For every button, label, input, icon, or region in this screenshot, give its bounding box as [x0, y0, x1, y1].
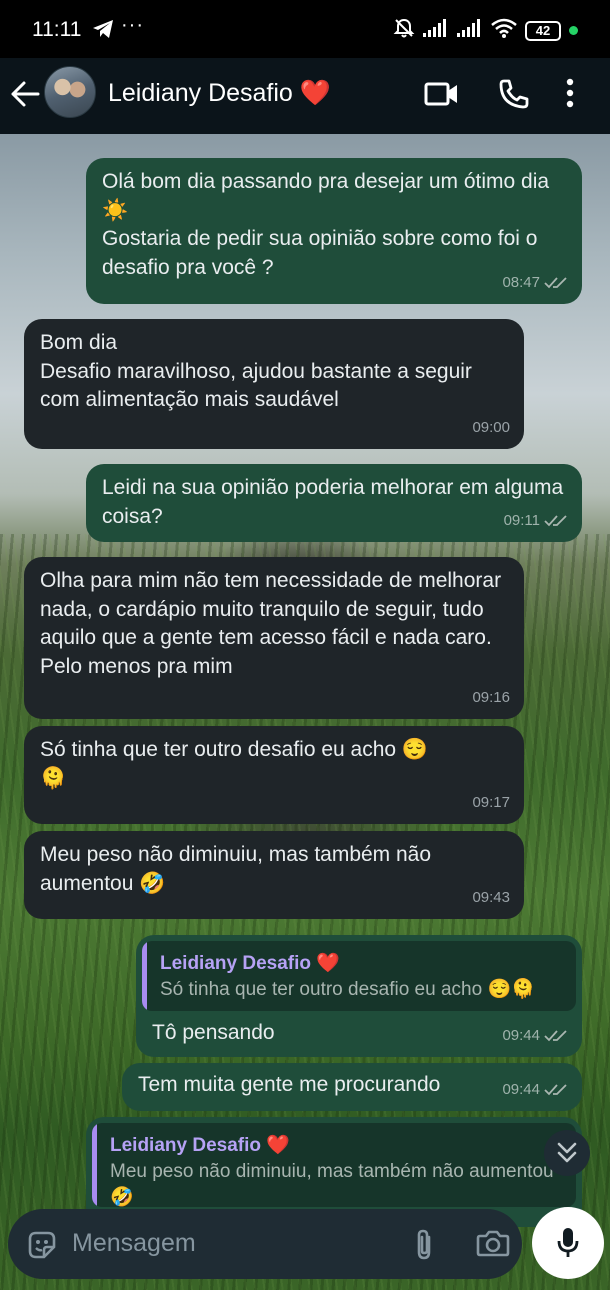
message-text: Olá bom dia passando pra desejar um ótim… — [102, 170, 550, 279]
double-chevron-down-icon — [557, 1142, 577, 1163]
contact-name[interactable]: Leidiany Desafio ❤️ — [108, 79, 331, 108]
message-meta: 09:17 — [472, 789, 510, 818]
signal-icon-2 — [457, 19, 483, 42]
message-meta: 09:16 — [472, 684, 510, 713]
video-call-icon[interactable] — [424, 80, 460, 113]
message-time: 09:44 — [502, 1080, 540, 1098]
sticker-icon[interactable] — [26, 1229, 58, 1266]
message-meta: 09:44 — [502, 1022, 568, 1051]
contact-avatar[interactable] — [44, 66, 96, 118]
message-bubble-outgoing[interactable]: Tem muita gente me procurando 09:44 — [122, 1063, 582, 1111]
message-bubble-incoming[interactable]: Meu peso não diminuiu, mas também não au… — [24, 831, 524, 919]
signal-icon — [423, 19, 449, 42]
microphone-icon — [557, 1228, 579, 1257]
message-time: 09:17 — [472, 793, 510, 811]
double-check-icon — [544, 515, 567, 527]
privacy-indicator-dot — [569, 26, 578, 35]
message-bubble-outgoing[interactable]: Leidi na sua opinião poderia melhorar em… — [86, 464, 582, 542]
battery-indicator: 42 — [525, 20, 561, 41]
status-time: 11:11 — [32, 18, 82, 41]
chat-header: Leidiany Desafio ❤️ — [0, 58, 610, 134]
status-bar: 11:11 ··· 42 — [0, 0, 610, 58]
quoted-sender: Leidiany Desafio ❤️ — [160, 953, 340, 974]
quoted-text: Meu peso não diminuiu, mas também não au… — [110, 1161, 554, 1207]
quoted-text: Só tinha que ter outro desafio eu acho 😌… — [160, 979, 535, 1000]
message-bubble-incoming[interactable]: Bom dia Desafio maravilhoso, ajudou bast… — [24, 319, 524, 449]
message-input[interactable]: Mensagem — [72, 1229, 196, 1258]
message-time: 09:44 — [502, 1026, 540, 1044]
message-meta: 09:43 — [472, 884, 510, 913]
message-bubble-incoming[interactable]: Olha para mim não tem necessidade de mel… — [24, 557, 524, 719]
message-time: 08:47 — [502, 273, 540, 291]
double-check-icon — [544, 1084, 567, 1096]
voice-call-icon[interactable] — [498, 78, 530, 115]
double-check-icon — [544, 1030, 567, 1042]
message-text: Só tinha que ter outro desafio eu acho 😌… — [40, 738, 429, 790]
camera-icon[interactable] — [476, 1228, 510, 1263]
overflow-menu-icon[interactable] — [566, 78, 574, 113]
message-bubble-outgoing-reply[interactable]: Leidiany Desafio ❤️ Só tinha que ter out… — [136, 935, 582, 1057]
chat-area[interactable]: Olá bom dia passando pra desejar um ótim… — [0, 134, 610, 1290]
message-text: Meu peso não diminuiu, mas também não au… — [40, 843, 437, 895]
message-meta: 09:11 — [504, 507, 568, 536]
message-text: Olha para mim não tem necessidade de mel… — [40, 569, 507, 678]
quoted-sender: Leidiany Desafio ❤️ — [110, 1135, 290, 1156]
message-bubble-outgoing[interactable]: Olá bom dia passando pra desejar um ótim… — [86, 158, 582, 304]
message-meta: 09:44 — [502, 1076, 568, 1105]
scroll-to-bottom-button[interactable] — [544, 1130, 590, 1176]
double-check-icon — [544, 277, 567, 289]
message-bubble-incoming[interactable]: Só tinha que ter outro desafio eu acho 😌… — [24, 726, 524, 824]
quoted-message[interactable]: Leidiany Desafio ❤️ Meu peso não diminui… — [92, 1123, 576, 1207]
message-text: Leidi na sua opinião poderia melhorar em… — [102, 476, 569, 528]
message-meta: 09:00 — [472, 414, 510, 443]
message-text: Bom dia Desafio maravilhoso, ajudou bast… — [40, 331, 472, 411]
telegram-icon — [92, 19, 114, 44]
message-time: 09:11 — [503, 511, 540, 529]
message-time: 09:00 — [472, 418, 510, 436]
quoted-message[interactable]: Leidiany Desafio ❤️ Só tinha que ter out… — [142, 941, 576, 1011]
wifi-icon — [491, 18, 517, 43]
back-arrow-icon[interactable] — [10, 80, 40, 113]
message-meta: 08:47 — [502, 269, 568, 298]
message-input-bar[interactable]: Mensagem — [8, 1209, 522, 1279]
voice-record-button[interactable] — [532, 1207, 604, 1279]
mute-bell-icon — [393, 17, 415, 44]
message-time: 09:16 — [472, 688, 510, 706]
attach-paperclip-icon[interactable] — [411, 1228, 437, 1267]
message-time: 09:43 — [472, 888, 510, 906]
more-notifications-dots: ··· — [121, 14, 144, 36]
